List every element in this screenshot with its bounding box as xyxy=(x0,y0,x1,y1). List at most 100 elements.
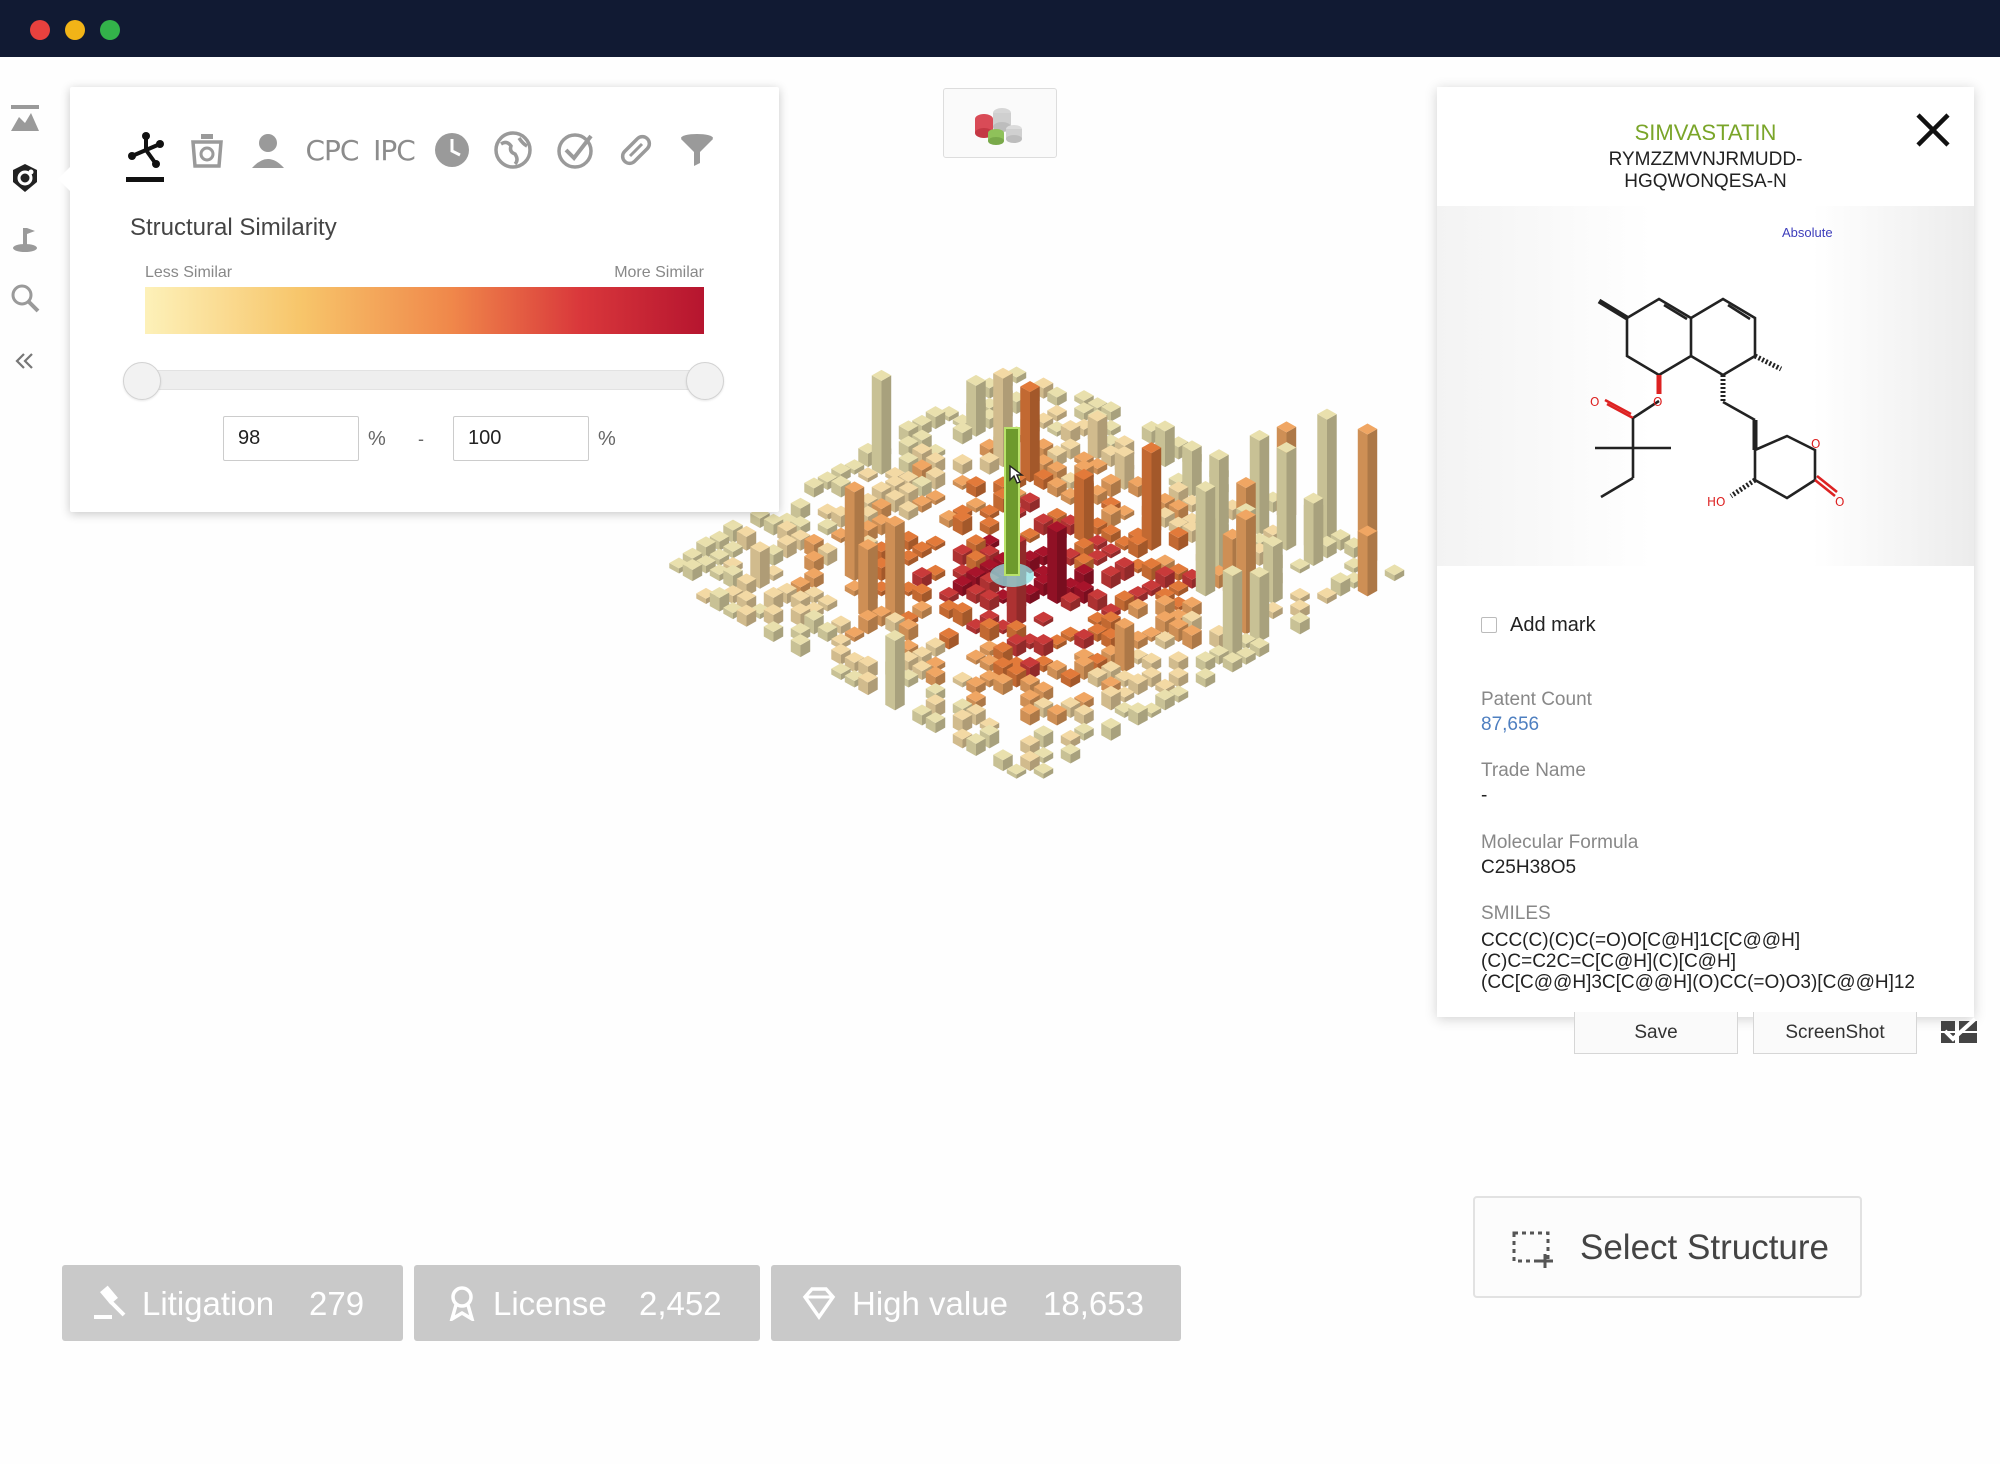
compound-groups-button[interactable] xyxy=(943,88,1057,158)
litigation-count: 279 xyxy=(309,1285,364,1323)
save-button[interactable]: Save xyxy=(1574,1012,1738,1054)
search-button[interactable] xyxy=(6,279,44,317)
tab-filter[interactable] xyxy=(674,127,720,173)
active-tab-indicator xyxy=(126,177,164,182)
ribbon-icon xyxy=(444,1285,480,1321)
bar-side xyxy=(760,547,770,589)
less-similar-label: Less Similar xyxy=(145,264,232,282)
litigation-label: Litigation xyxy=(142,1285,274,1323)
title-bar xyxy=(0,0,2000,57)
landscape-view-button[interactable] xyxy=(6,99,44,137)
high-value-count: 18,653 xyxy=(1043,1285,1144,1323)
range-max-input[interactable] xyxy=(453,416,589,461)
add-mark-label: Add mark xyxy=(1510,614,1596,637)
bar-side xyxy=(882,375,892,474)
bar-side xyxy=(1084,474,1094,543)
close-window-button[interactable] xyxy=(30,20,50,40)
tab-status[interactable] xyxy=(552,127,598,173)
gavel-icon xyxy=(92,1285,128,1321)
check-circle-icon xyxy=(555,130,595,170)
minimize-window-button[interactable] xyxy=(65,20,85,40)
location-button[interactable] xyxy=(6,219,44,257)
diamond-icon xyxy=(801,1285,837,1321)
license-count: 2,452 xyxy=(639,1285,722,1323)
tab-drug[interactable] xyxy=(613,127,659,173)
globe-icon xyxy=(493,130,533,170)
bar-side xyxy=(1273,541,1283,604)
selected-compound-bar[interactable] xyxy=(1005,428,1019,575)
inchi-key-line-1: RYMZZMVNJRMUDD- xyxy=(1437,149,1974,171)
filter-heading: Structural Similarity xyxy=(130,214,337,242)
svg-text:O: O xyxy=(1835,495,1844,509)
app-window: CPC IPC xyxy=(0,0,2000,1464)
tab-weight[interactable] xyxy=(184,127,230,173)
tab-structure[interactable] xyxy=(123,127,169,173)
litigation-stat-button[interactable]: Litigation 279 xyxy=(62,1265,403,1341)
bar-side xyxy=(1030,386,1040,482)
add-mark-checkbox[interactable] xyxy=(1481,617,1497,633)
similarity-range-slider[interactable] xyxy=(140,370,710,390)
bar-side xyxy=(1020,386,1030,482)
select-structure-label: Select Structure xyxy=(1580,1228,1829,1268)
bar-side xyxy=(868,544,878,619)
tab-cpc[interactable]: CPC xyxy=(306,127,358,173)
bar-side xyxy=(1125,623,1135,672)
bar-side xyxy=(1368,531,1378,596)
more-similar-label: More Similar xyxy=(614,264,704,282)
bar-side xyxy=(1152,448,1162,551)
patent-count-label: Patent Count xyxy=(1481,689,1592,711)
smiles-value: CCC(C)(C)C(=O)O[C@H]1C[C@@H] (C)C=C2C=C[… xyxy=(1481,930,1961,993)
compound-detail-panel: SIMVASTATIN RYMZZMVNJRMUDD- HGQWONQESA-N… xyxy=(1437,87,1974,1017)
collapse-sidebar-button[interactable] xyxy=(6,342,44,380)
license-stat-button[interactable]: License 2,452 xyxy=(414,1265,760,1341)
bar-side xyxy=(885,635,895,710)
smiles-line-2: (C)C=C2C=C[C@H](C)[C@H] xyxy=(1481,951,1961,972)
svg-text:O: O xyxy=(1811,437,1820,451)
smiles-line-1: CCC(C)(C)C(=O)O[C@H]1C[C@@H] xyxy=(1481,930,1961,951)
high-value-label: High value xyxy=(852,1285,1008,1323)
select-structure-button[interactable]: Select Structure xyxy=(1473,1196,1862,1298)
slider-max-handle[interactable] xyxy=(686,362,724,400)
maximize-window-button[interactable] xyxy=(100,20,120,40)
compound-inchi-key: RYMZZMVNJRMUDD- HGQWONQESA-N xyxy=(1437,149,1974,193)
check-list-icon[interactable] xyxy=(1939,1017,1979,1047)
landscape-icon xyxy=(9,103,41,133)
bar-side xyxy=(1260,572,1270,642)
bar-side xyxy=(976,380,986,436)
tab-geography[interactable] xyxy=(490,127,536,173)
formula-value: C25H38O5 xyxy=(1481,857,1576,879)
bar-side xyxy=(895,635,905,710)
tab-person[interactable] xyxy=(245,127,291,173)
bar-side xyxy=(858,544,868,619)
screenshot-button[interactable]: ScreenShot xyxy=(1753,1012,1917,1054)
bar-side xyxy=(1142,448,1152,551)
bar-side xyxy=(1277,447,1287,550)
molecule-mode-button[interactable] xyxy=(6,159,44,197)
bar-side xyxy=(993,373,1003,467)
patent-count-link[interactable]: 87,656 xyxy=(1481,714,1539,736)
bar-side xyxy=(1165,426,1175,467)
range-separator: - xyxy=(418,429,424,450)
tab-time[interactable] xyxy=(429,127,475,173)
bar-side xyxy=(1196,486,1206,596)
compound-groups-icon xyxy=(944,89,1058,159)
high-value-stat-button[interactable]: High value 18,653 xyxy=(771,1265,1181,1341)
bar-side xyxy=(1304,498,1314,566)
bar-side xyxy=(872,375,882,474)
close-icon[interactable] xyxy=(1912,109,1954,151)
bar-side xyxy=(1057,527,1067,604)
clock-icon xyxy=(432,130,472,170)
bar-side xyxy=(1287,447,1297,550)
filter-panel: CPC IPC xyxy=(70,87,779,512)
bar-side xyxy=(1327,414,1337,543)
slider-min-handle[interactable] xyxy=(123,362,161,400)
search-icon xyxy=(9,282,41,314)
bar-side xyxy=(1358,531,1368,596)
trade-name-value: - xyxy=(1481,785,1487,807)
range-min-input[interactable] xyxy=(223,416,359,461)
inchi-key-line-2: HGQWONQESA-N xyxy=(1437,171,1974,193)
bar-side xyxy=(1250,572,1260,642)
tab-ipc[interactable]: IPC xyxy=(368,127,420,173)
bar-side xyxy=(1047,527,1057,604)
person-icon xyxy=(248,130,288,170)
